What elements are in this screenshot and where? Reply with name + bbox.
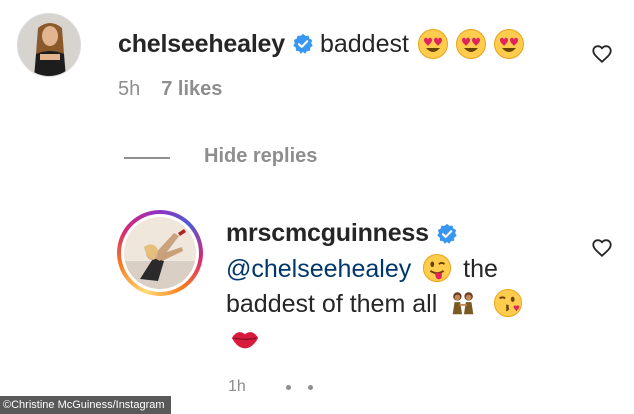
avatar[interactable] [17, 13, 81, 77]
reply-name-line: mrscmcguinness [226, 219, 464, 248]
avatar [124, 217, 196, 289]
heart-eyes-emoji [455, 29, 486, 59]
heart-outline-icon[interactable] [591, 43, 613, 65]
dot [307, 384, 313, 390]
mention-link[interactable]: @chelseehealey [226, 255, 411, 283]
hide-replies-button[interactable]: Hide replies [204, 145, 317, 168]
photo-credit: ©Christine McGuiness/Instagram [0, 396, 171, 414]
comment-time: 5h [118, 78, 141, 100]
comment-username[interactable]: chelseehealey [118, 30, 285, 59]
avatar-photo [124, 217, 196, 289]
comment-meta: 5h 7 likes [118, 78, 222, 101]
reply-username[interactable]: mrscmcguinness [226, 219, 429, 248]
comment-line: chelseehealey baddest [118, 24, 525, 64]
heart-eyes-emoji [493, 29, 524, 59]
more-options-button[interactable] [285, 384, 313, 390]
reply-text-part2: baddest of them all [226, 290, 438, 318]
reply-text-part1: the [463, 255, 498, 283]
reply-text: @chelseehealey the baddest of them all [226, 252, 546, 357]
heart-eyes-emoji [417, 29, 448, 59]
dot [285, 384, 291, 390]
avatar-gap [121, 214, 199, 292]
story-ring-avatar[interactable] [117, 210, 203, 296]
comment-likes[interactable]: 7 likes [161, 78, 222, 101]
heart-outline-icon[interactable] [591, 237, 613, 259]
verified-badge-icon [293, 33, 313, 54]
avatar-photo [18, 14, 80, 76]
comment-emojis [417, 28, 525, 60]
reply-time: 1h [228, 378, 246, 395]
reply-meta: 1h [228, 378, 313, 396]
two-women-emoji [449, 290, 478, 317]
comment-text: baddest [319, 29, 409, 58]
kiss-wink-emoji [494, 289, 523, 318]
winking-tongue-emoji [423, 254, 452, 283]
hide-replies-divider [124, 157, 170, 159]
lips-emoji [231, 332, 259, 349]
verified-badge-icon [437, 223, 457, 244]
